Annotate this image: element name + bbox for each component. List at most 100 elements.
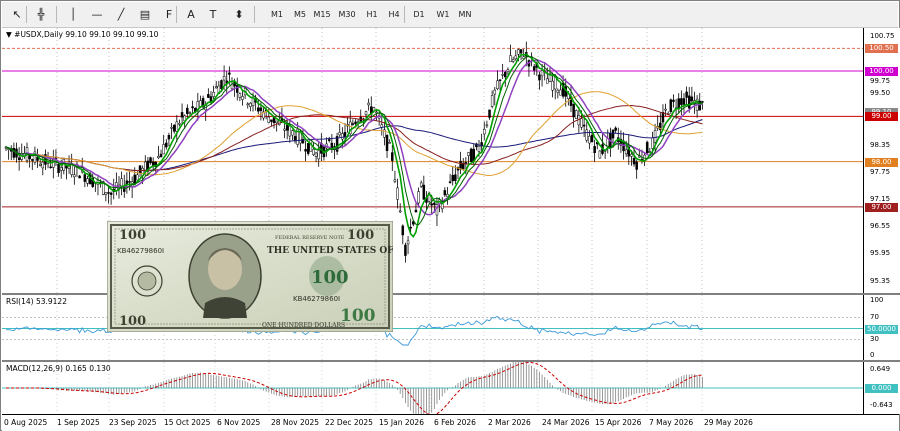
candle bbox=[120, 171, 123, 196]
svg-text:100: 100 bbox=[311, 267, 349, 288]
trend-line-icon[interactable]: ╱ bbox=[112, 6, 130, 23]
horizontal-line-icon[interactable]: — bbox=[88, 6, 106, 23]
candle bbox=[488, 109, 491, 120]
candle bbox=[398, 203, 402, 213]
candle bbox=[75, 161, 79, 177]
price-label: 95.95 bbox=[870, 249, 891, 258]
candle bbox=[304, 140, 307, 162]
candle bbox=[38, 159, 42, 167]
candle bbox=[593, 139, 596, 162]
candle bbox=[70, 153, 73, 178]
candle bbox=[275, 120, 278, 132]
svg-text:THE UNITED STATES OF AMERICA: THE UNITED STATES OF AMERICA bbox=[267, 246, 393, 256]
candle bbox=[175, 115, 179, 143]
candle bbox=[677, 93, 680, 114]
candle bbox=[451, 166, 454, 186]
rsi-axis-label: 70 bbox=[870, 312, 879, 321]
macd-zero-tag: 0.000 bbox=[865, 384, 898, 393]
price-axis[interactable]: 100.75 100.50 100.0099.75 99.50 99.00 98.35 98… bbox=[863, 28, 900, 293]
svg-text:KB46279860I: KB46279860I bbox=[117, 247, 164, 255]
price-label: 99.75 bbox=[870, 77, 891, 86]
candle bbox=[391, 145, 394, 172]
candle bbox=[440, 197, 444, 213]
time-label: 2 Mar 2026 bbox=[488, 418, 531, 427]
macd-panel[interactable]: MACD(12,26,9) 0.165 0.130 bbox=[2, 362, 863, 414]
timeframe-m1-button[interactable]: M1 bbox=[267, 6, 287, 23]
time-label: 28 Nov 2025 bbox=[271, 418, 320, 427]
cursor-icon[interactable]: ↖ bbox=[8, 6, 26, 23]
time-label: 6 Nov 2025 bbox=[217, 418, 261, 427]
candle bbox=[65, 164, 68, 180]
candle bbox=[170, 123, 173, 140]
candle bbox=[601, 133, 604, 156]
svg-text:100: 100 bbox=[119, 228, 146, 243]
candle bbox=[414, 203, 418, 213]
rsi-axis-label: 30 bbox=[870, 334, 879, 343]
candle bbox=[661, 104, 665, 129]
timeframe-h4-button[interactable]: H4 bbox=[384, 6, 404, 23]
timeframe-d1-button[interactable]: D1 bbox=[409, 6, 429, 23]
equidistant-channel-icon[interactable]: ▤ bbox=[136, 6, 154, 23]
candle bbox=[288, 119, 292, 143]
candle bbox=[672, 94, 675, 108]
rsi-axis[interactable]: 100 70 30 0 50.0000 bbox=[863, 295, 900, 360]
candle bbox=[695, 95, 699, 118]
macd-chart bbox=[2, 362, 863, 414]
candle bbox=[201, 95, 205, 110]
toolbar-separator bbox=[56, 6, 57, 23]
candle bbox=[493, 87, 497, 106]
candle bbox=[73, 166, 76, 185]
banknote-image: 100 100 100 FEDERAL RESERVE NOTE THE UNI… bbox=[106, 220, 447, 333]
candle bbox=[490, 90, 494, 109]
candle bbox=[125, 172, 129, 194]
price-label: 98.35 bbox=[870, 140, 891, 149]
candle bbox=[454, 165, 457, 185]
candle bbox=[574, 109, 578, 119]
price-label: 97.75 bbox=[870, 167, 891, 176]
timeframe-m30-button[interactable]: M30 bbox=[337, 6, 357, 23]
candle bbox=[404, 242, 407, 263]
time-axis[interactable]: 0 Aug 2025 1 Sep 2025 23 Sep 2025 15 Oct 20… bbox=[2, 414, 899, 431]
macd-axis[interactable]: 0.649 -0.643 0.000 bbox=[863, 362, 900, 414]
timeframe-m15-button[interactable]: M15 bbox=[312, 6, 332, 23]
text-icon[interactable]: A bbox=[182, 6, 200, 23]
price-label: 100.75 bbox=[870, 32, 895, 41]
timeframe-mn-button[interactable]: MN bbox=[455, 6, 475, 23]
rsi-axis-label: 100 bbox=[870, 296, 884, 304]
price-level-tag: 100.00 bbox=[865, 67, 898, 77]
candle bbox=[538, 71, 541, 90]
candle bbox=[162, 134, 165, 155]
candle bbox=[36, 148, 39, 168]
candle bbox=[241, 90, 244, 106]
candle bbox=[78, 175, 81, 179]
crosshair-icon[interactable]: ╬ bbox=[32, 6, 50, 23]
svg-text:100: 100 bbox=[340, 306, 376, 326]
time-label: 29 May 2026 bbox=[704, 418, 753, 427]
candle bbox=[446, 187, 449, 205]
candle bbox=[690, 86, 694, 104]
price-label: 99.50 bbox=[870, 88, 891, 97]
candle bbox=[238, 92, 242, 102]
timeframe-w1-button[interactable]: W1 bbox=[433, 6, 453, 23]
candle bbox=[514, 50, 518, 61]
candle bbox=[669, 98, 673, 114]
price-label: 96.55 bbox=[870, 222, 891, 231]
candle bbox=[246, 102, 250, 109]
candle bbox=[401, 224, 405, 245]
timeframe-h1-button[interactable]: H1 bbox=[362, 6, 382, 23]
candle bbox=[178, 119, 181, 127]
text-label-icon[interactable]: T bbox=[204, 6, 222, 23]
timeframe-m5-button[interactable]: M5 bbox=[290, 6, 310, 23]
vertical-line-icon[interactable]: │ bbox=[64, 6, 82, 23]
candle bbox=[167, 132, 171, 147]
candle bbox=[443, 187, 447, 197]
time-label: 15 Oct 2025 bbox=[164, 418, 211, 427]
arrows-icon[interactable]: ⬍ bbox=[230, 6, 248, 23]
svg-text:KB46279860I: KB46279860I bbox=[293, 295, 340, 303]
toolbar-separator bbox=[26, 6, 27, 23]
candle bbox=[496, 70, 499, 91]
candle bbox=[109, 191, 113, 205]
candle bbox=[115, 172, 118, 196]
candle bbox=[645, 140, 649, 155]
price-level-tag: 98.00 bbox=[865, 157, 898, 167]
